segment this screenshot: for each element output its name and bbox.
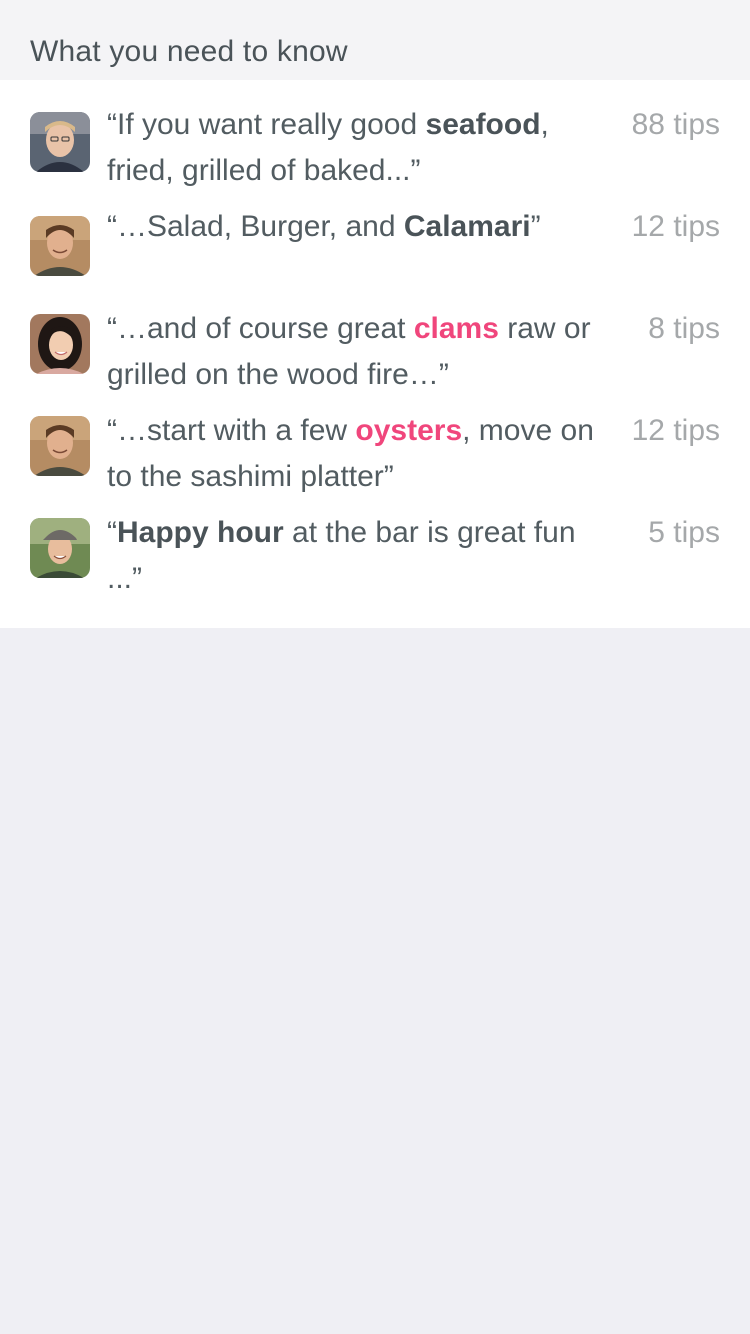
quote-part: “…Salad, Burger, and [107, 210, 404, 243]
quote-part: “If you want really good [107, 108, 426, 141]
avatar [30, 314, 90, 374]
tip-count: 12 tips [631, 210, 720, 243]
tip-quote: “Happy hour at the bar is great fun ...” [107, 510, 597, 602]
user-avatar-icon [30, 314, 90, 374]
section-title: What you need to know [30, 35, 348, 68]
user-avatar-icon [30, 518, 90, 578]
user-avatar-icon [30, 216, 90, 276]
tip-count: 8 tips [648, 312, 720, 345]
quote-keyword: oysters [355, 414, 463, 447]
avatar [30, 518, 90, 578]
tips-list: “If you want really good seafood, fried,… [0, 80, 750, 628]
user-avatar-icon [30, 112, 90, 172]
tip-quote: “…Salad, Burger, and Calamari” [107, 204, 597, 250]
tip-count: 12 tips [631, 414, 720, 447]
avatar [30, 416, 90, 476]
tip-row[interactable]: “Happy hour at the bar is great fun ...”… [0, 488, 750, 595]
tip-row[interactable]: “…Salad, Burger, and Calamari” 12 tips [0, 182, 750, 284]
quote-keyword: Happy hour [117, 516, 284, 549]
tip-row[interactable]: “…start with a few oysters, move on to t… [0, 386, 750, 493]
quote-part: ” [530, 210, 541, 243]
tip-quote: “If you want really good seafood, fried,… [107, 102, 597, 194]
quote-part: “…start with a few [107, 414, 356, 447]
avatar [30, 216, 90, 276]
quote-keyword: seafood [425, 108, 541, 141]
tip-row[interactable]: “…and of course great clams raw or grill… [0, 284, 750, 391]
tip-quote: “…start with a few oysters, move on to t… [107, 408, 597, 500]
quote-part: “…and of course great [107, 312, 414, 345]
quote-part: “ [107, 516, 117, 549]
avatar [30, 112, 90, 172]
tip-quote: “…and of course great clams raw or grill… [107, 306, 597, 398]
tip-count: 5 tips [648, 516, 720, 549]
section-header: What you need to know [0, 0, 750, 80]
quote-keyword: clams [413, 312, 499, 345]
tip-count: 88 tips [631, 108, 720, 141]
tip-row[interactable]: “If you want really good seafood, fried,… [0, 80, 750, 187]
user-avatar-icon [30, 416, 90, 476]
quote-keyword: Calamari [403, 210, 531, 243]
